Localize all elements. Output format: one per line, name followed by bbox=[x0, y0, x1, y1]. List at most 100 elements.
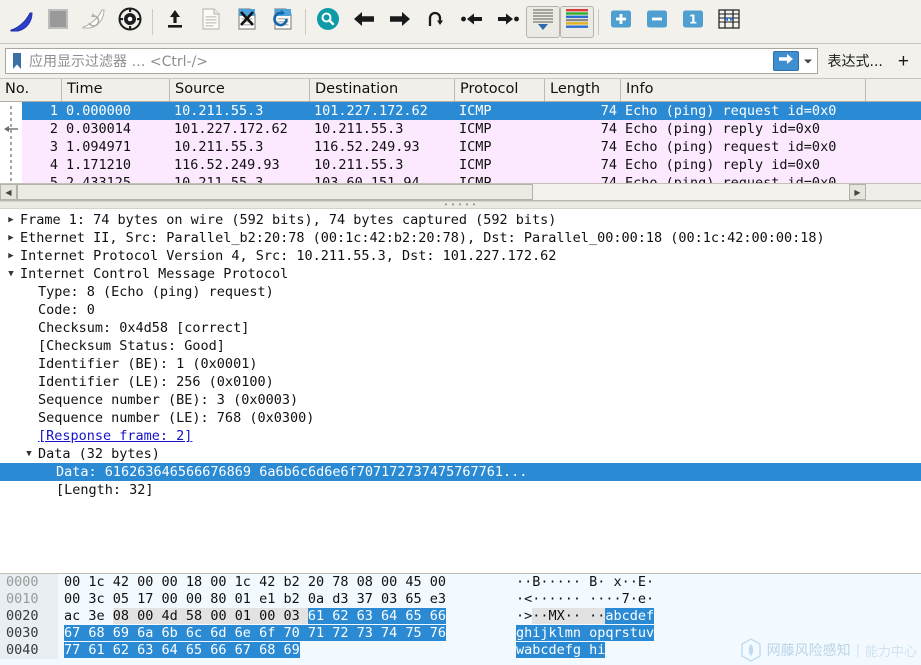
hexdump-ascii-group[interactable]: ··B····· bbox=[516, 574, 589, 590]
go-to-first-button[interactable] bbox=[454, 4, 490, 40]
go-to-packet-button[interactable] bbox=[418, 4, 454, 40]
hexdump-hex-group[interactable]: 61 62 63 64 65 66 bbox=[307, 608, 447, 624]
packet-detail-splitter[interactable]: • • • • • bbox=[0, 201, 921, 209]
packet-list-horizontal-scrollbar[interactable]: ◀ ▶ bbox=[0, 183, 921, 200]
detail-tree-row[interactable]: ▼ Data (32 bytes) bbox=[0, 445, 921, 463]
detail-tree-row[interactable]: Identifier (LE): 256 (0x0100) bbox=[0, 373, 921, 391]
go-to-last-button[interactable] bbox=[490, 4, 526, 40]
column-header-no[interactable]: No. bbox=[0, 79, 62, 101]
detail-tree-row[interactable]: Checksum: 0x4d58 [correct] bbox=[0, 319, 921, 337]
hexdump-ascii-group[interactable]: ·<······ bbox=[516, 591, 589, 607]
detail-tree-row[interactable]: Type: 8 (Echo (ping) request) bbox=[0, 283, 921, 301]
table-row[interactable]: 5 2.433125 10.211.55.3 103.60.151.94 ICMP 74 E… bbox=[22, 174, 921, 183]
go-forward-button[interactable] bbox=[382, 4, 418, 40]
apply-filter-button[interactable] bbox=[772, 51, 799, 71]
zoom-in-button[interactable] bbox=[603, 4, 639, 40]
detail-tree-row[interactable]: Data: 616263646566676869 6a6b6c6d6e6f707… bbox=[0, 463, 921, 481]
packet-details-pane[interactable]: ▶ Frame 1: 74 bytes on wire (592 bits), 7… bbox=[0, 209, 921, 573]
hexdump-ascii-group[interactable]: abcdef bbox=[605, 608, 655, 624]
hexdump-ascii[interactable]: wabcdefg hi bbox=[516, 642, 606, 659]
detail-tree-label[interactable]: [Response frame: 2] bbox=[36, 428, 192, 444]
reload-file-button[interactable] bbox=[265, 4, 301, 40]
go-back-button[interactable] bbox=[346, 4, 382, 40]
detail-tree-row[interactable]: [Length: 32] bbox=[0, 481, 921, 499]
hexdump-ascii-group[interactable]: hi bbox=[589, 642, 606, 658]
hscroll-thumb[interactable] bbox=[17, 184, 533, 200]
detail-tree-row[interactable]: ▶ Frame 1: 74 bytes on wire (592 bits), 7… bbox=[0, 211, 921, 229]
column-header-protocol[interactable]: Protocol bbox=[455, 79, 545, 101]
hexdump-ascii[interactable]: ·>··MX·· ··abcdef bbox=[516, 608, 655, 625]
detail-tree-row[interactable]: [Response frame: 2] bbox=[0, 427, 921, 445]
add-filter-button[interactable]: + bbox=[891, 52, 916, 71]
hexdump-hex[interactable]: 00 1c 42 00 00 18 00 1c 42 b2 20 78 08 0… bbox=[58, 574, 446, 591]
table-row[interactable]: 3 1.094971 10.211.55.3 116.52.249.93 ICMP 74 E… bbox=[22, 138, 921, 156]
table-row[interactable]: 1 0.000000 10.211.55.3 101.227.172.62 ICMP 74… bbox=[22, 102, 921, 120]
hexdump-hex[interactable]: 77 61 62 63 64 65 66 67 68 69 bbox=[58, 642, 300, 659]
detail-tree-row[interactable]: Sequence number (LE): 768 (0x0300) bbox=[0, 409, 921, 427]
hexdump-row[interactable]: 0040 77 61 62 63 64 65 66 67 68 69 wabcdef… bbox=[0, 642, 921, 659]
scroll-left-arrow-icon[interactable]: ◀ bbox=[0, 184, 17, 200]
hexdump-row[interactable]: 0020 ac 3e 08 00 4d 58 00 01 00 03 61 62 … bbox=[0, 608, 921, 625]
hexdump-ascii[interactable]: ·<······ ····7·e· bbox=[516, 591, 654, 608]
hexdump-row[interactable]: 0010 00 3c 05 17 00 00 80 01 e1 b2 0a d3 … bbox=[0, 591, 921, 608]
column-header-destination[interactable]: Destination bbox=[310, 79, 455, 101]
detail-tree-row[interactable]: ▶ Internet Protocol Version 4, Src: 10.21… bbox=[0, 247, 921, 265]
hexdump-hex-group[interactable]: 67 68 69 6a 6b 6c 6d 6e bbox=[64, 625, 260, 641]
hexdump-ascii[interactable]: ··B····· B· x··E· bbox=[516, 574, 654, 591]
hexdump-ascii-group[interactable]: ····7·e· bbox=[589, 591, 654, 607]
hexdump-hex-group[interactable]: 08 00 4d 58 00 01 bbox=[112, 608, 260, 624]
hexdump-hex[interactable]: 67 68 69 6a 6b 6c 6d 6e 6f 70 71 72 73 7… bbox=[58, 625, 447, 642]
hscroll-track[interactable] bbox=[17, 184, 849, 200]
save-file-button[interactable] bbox=[193, 4, 229, 40]
hexdump-ascii-group[interactable]: ·> bbox=[516, 608, 532, 624]
colorize-button[interactable] bbox=[560, 5, 594, 38]
bookmark-icon[interactable] bbox=[9, 51, 25, 71]
table-row[interactable]: 4 1.171210 116.52.249.93 10.211.55.3 ICMP 74 E… bbox=[22, 156, 921, 174]
hexdump-hex-group[interactable]: ac 3e bbox=[64, 608, 113, 624]
hexdump-ascii[interactable]: ghijklmn opqrstuv bbox=[516, 625, 655, 642]
hexdump-hex-group[interactable]: 00 3c 05 17 00 00 80 01 bbox=[64, 591, 259, 607]
hexdump-hex-group[interactable]: 68 69 bbox=[259, 642, 300, 658]
table-row[interactable]: 2 0.030014 101.227.172.62 10.211.55.3 ICMP 74… bbox=[22, 120, 921, 138]
packet-bytes-pane[interactable]: 0000 00 1c 42 00 00 18 00 1c 42 b2 20 78 … bbox=[0, 573, 921, 665]
close-file-button[interactable] bbox=[229, 4, 265, 40]
open-file-button[interactable] bbox=[157, 4, 193, 40]
hexdump-hex-group[interactable]: 77 61 62 63 64 65 66 67 bbox=[64, 642, 260, 658]
zoom-out-button[interactable] bbox=[639, 4, 675, 40]
display-filter-input[interactable]: 应用显示过滤器 … <Ctrl-/> bbox=[5, 48, 818, 74]
hexdump-ascii-group[interactable]: opqrstuv bbox=[589, 625, 655, 641]
hexdump-ascii-group[interactable]: ··MX·· ·· bbox=[532, 608, 606, 624]
column-header-source[interactable]: Source bbox=[170, 79, 310, 101]
hexdump-ascii-group[interactable]: B· x··E· bbox=[589, 574, 654, 590]
hexdump-hex-group[interactable]: e1 b2 0a d3 37 03 65 e3 bbox=[259, 591, 446, 607]
chevron-right-icon[interactable]: ▶ bbox=[4, 251, 18, 261]
detail-tree-row[interactable]: [Checksum Status: Good] bbox=[0, 337, 921, 355]
hexdump-hex-group[interactable]: 6f 70 71 72 73 74 75 76 bbox=[259, 625, 447, 641]
column-header-length[interactable]: Length bbox=[545, 79, 621, 101]
chevron-down-icon[interactable]: ▼ bbox=[22, 449, 36, 459]
hexdump-hex[interactable]: ac 3e 08 00 4d 58 00 01 00 03 61 62 63 6… bbox=[58, 608, 447, 625]
detail-tree-row[interactable]: Code: 0 bbox=[0, 301, 921, 319]
detail-tree-row[interactable]: ▶ Ethernet II, Src: Parallel_b2:20:78 (00… bbox=[0, 229, 921, 247]
hexdump-row[interactable]: 0030 67 68 69 6a 6b 6c 6d 6e 6f 70 71 72 … bbox=[0, 625, 921, 642]
restart-capture-button[interactable] bbox=[76, 4, 112, 40]
chevron-down-icon[interactable]: ▼ bbox=[4, 269, 18, 279]
auto-scroll-button[interactable] bbox=[526, 5, 560, 38]
chevron-right-icon[interactable]: ▶ bbox=[4, 233, 18, 243]
hexdump-hex-group[interactable]: 00 1c 42 00 00 18 00 1c bbox=[64, 574, 259, 590]
hexdump-hex-group[interactable]: 00 03 bbox=[259, 608, 308, 624]
find-packet-button[interactable] bbox=[310, 4, 346, 40]
resize-columns-button[interactable] bbox=[711, 4, 747, 40]
zoom-reset-button[interactable]: 1 bbox=[675, 4, 711, 40]
hexdump-hex-group[interactable]: 42 b2 20 78 08 00 45 00 bbox=[259, 574, 446, 590]
packet-list-rows[interactable]: ▲ ▼ 10.00000010.211.55.3101.227.172.62IC… bbox=[0, 102, 921, 183]
filter-history-dropdown[interactable] bbox=[801, 50, 815, 72]
hexdump-hex[interactable]: 00 3c 05 17 00 00 80 01 e1 b2 0a d3 37 0… bbox=[58, 591, 446, 608]
detail-tree-row[interactable]: Sequence number (BE): 3 (0x0003) bbox=[0, 391, 921, 409]
filter-expression-button[interactable]: 表达式... bbox=[818, 51, 891, 71]
stop-capture-button[interactable] bbox=[40, 4, 76, 40]
column-header-info[interactable]: Info bbox=[621, 79, 866, 101]
hexdump-ascii-group[interactable]: ghijklmn bbox=[516, 625, 590, 641]
chevron-right-icon[interactable]: ▶ bbox=[4, 215, 18, 225]
capture-options-button[interactable] bbox=[112, 4, 148, 40]
